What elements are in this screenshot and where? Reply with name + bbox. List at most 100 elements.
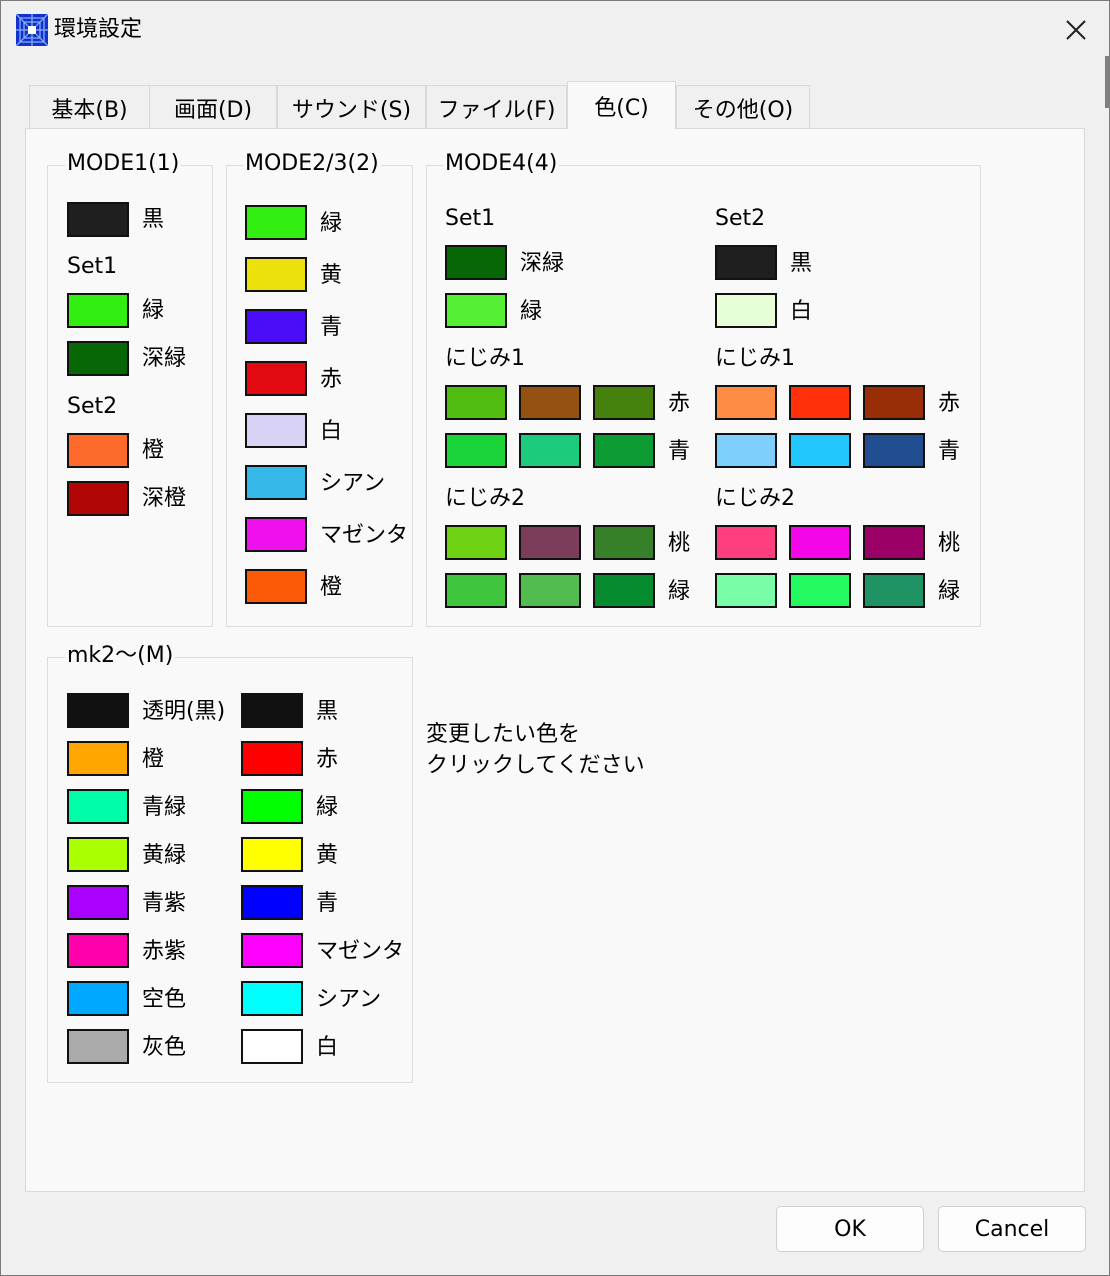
- color-swatch[interactable]: [245, 257, 307, 292]
- color-swatch[interactable]: [67, 293, 129, 328]
- color-label: 黒: [316, 699, 339, 724]
- tab-1[interactable]: 基本(B): [29, 85, 150, 129]
- color-label: 灰色: [142, 1035, 187, 1060]
- color-label: 橙: [142, 438, 165, 463]
- cancel-button[interactable]: Cancel: [938, 1206, 1086, 1252]
- row-label: 緑: [938, 579, 961, 604]
- color-swatch[interactable]: [67, 741, 129, 776]
- color-swatch[interactable]: [67, 481, 129, 516]
- color-swatch[interactable]: [789, 385, 851, 420]
- tab-2[interactable]: 画面(D): [149, 85, 277, 129]
- instruction-line-1: 変更したい色を: [426, 722, 581, 747]
- color-swatch[interactable]: [245, 569, 307, 604]
- color-swatch[interactable]: [241, 885, 303, 920]
- color-swatch[interactable]: [593, 385, 655, 420]
- color-swatch[interactable]: [241, 741, 303, 776]
- color-swatch[interactable]: [863, 385, 925, 420]
- color-swatch[interactable]: [241, 933, 303, 968]
- color-swatch[interactable]: [67, 885, 129, 920]
- row-label: 青: [938, 439, 961, 464]
- color-swatch[interactable]: [445, 293, 507, 328]
- color-swatch[interactable]: [241, 981, 303, 1016]
- color-label: シアン: [320, 471, 386, 496]
- color-swatch[interactable]: [593, 433, 655, 468]
- color-swatch[interactable]: [67, 1029, 129, 1064]
- color-swatch[interactable]: [245, 517, 307, 552]
- color-swatch[interactable]: [67, 202, 129, 237]
- color-swatch[interactable]: [789, 433, 851, 468]
- color-label: 黒: [790, 251, 813, 276]
- set1-label: Set1: [67, 254, 118, 279]
- color-swatch[interactable]: [715, 433, 777, 468]
- color-label: 青紫: [142, 891, 187, 916]
- color-swatch[interactable]: [519, 525, 581, 560]
- color-swatch[interactable]: [715, 573, 777, 608]
- nijimi1-label: にじみ1: [715, 346, 795, 371]
- color-swatch[interactable]: [715, 293, 777, 328]
- color-swatch[interactable]: [593, 525, 655, 560]
- ok-button[interactable]: OK: [776, 1206, 924, 1252]
- color-swatch[interactable]: [67, 837, 129, 872]
- color-label: 橙: [142, 747, 165, 772]
- color-swatch[interactable]: [445, 245, 507, 280]
- color-label: 青緑: [142, 795, 187, 820]
- color-swatch[interactable]: [67, 341, 129, 376]
- color-swatch[interactable]: [519, 385, 581, 420]
- color-swatch[interactable]: [789, 525, 851, 560]
- color-label: 白: [790, 299, 813, 324]
- color-label: 緑: [520, 299, 543, 324]
- color-label: 黄緑: [142, 843, 187, 868]
- color-swatch[interactable]: [445, 573, 507, 608]
- color-swatch[interactable]: [245, 465, 307, 500]
- color-swatch[interactable]: [863, 525, 925, 560]
- color-swatch[interactable]: [445, 525, 507, 560]
- color-swatch[interactable]: [715, 245, 777, 280]
- color-swatch[interactable]: [863, 433, 925, 468]
- close-button[interactable]: [1047, 3, 1105, 57]
- color-swatch[interactable]: [519, 573, 581, 608]
- color-swatch[interactable]: [241, 1029, 303, 1064]
- nijimi1-label: にじみ1: [445, 346, 525, 371]
- window-edge-stub: [1105, 56, 1110, 108]
- color-swatch[interactable]: [593, 573, 655, 608]
- color-label: 青: [320, 315, 343, 340]
- color-swatch[interactable]: [715, 385, 777, 420]
- color-swatch[interactable]: [67, 789, 129, 824]
- color-swatch[interactable]: [67, 433, 129, 468]
- title-bar[interactable]: 環境設定: [1, 1, 1109, 59]
- mode4-group-label: MODE4(4): [443, 151, 560, 177]
- color-swatch[interactable]: [445, 433, 507, 468]
- color-swatch[interactable]: [245, 413, 307, 448]
- color-swatch[interactable]: [245, 361, 307, 396]
- tab-4[interactable]: ファイル(F): [426, 85, 567, 129]
- color-swatch[interactable]: [241, 693, 303, 728]
- set2-label: Set2: [67, 394, 118, 419]
- color-label: 赤: [316, 747, 339, 772]
- color-label: 緑: [316, 795, 339, 820]
- color-swatch[interactable]: [241, 789, 303, 824]
- row-label: 桃: [938, 531, 961, 556]
- color-swatch[interactable]: [789, 573, 851, 608]
- color-swatch[interactable]: [445, 385, 507, 420]
- color-label: 透明(黒): [142, 699, 226, 724]
- color-swatch[interactable]: [67, 693, 129, 728]
- color-label: 白: [320, 419, 343, 444]
- color-swatch[interactable]: [67, 933, 129, 968]
- tab-label: その他(O): [692, 97, 794, 123]
- tab-3[interactable]: サウンド(S): [277, 85, 426, 129]
- color-swatch[interactable]: [241, 837, 303, 872]
- tab-label: 画面(D): [173, 97, 253, 123]
- tab-label: 基本(B): [51, 97, 128, 123]
- tab-5[interactable]: 色(C): [567, 81, 676, 129]
- color-swatch[interactable]: [245, 205, 307, 240]
- tab-6[interactable]: その他(O): [676, 85, 810, 129]
- color-swatch[interactable]: [519, 433, 581, 468]
- color-swatch[interactable]: [245, 309, 307, 344]
- color-swatch[interactable]: [863, 573, 925, 608]
- color-swatch[interactable]: [67, 981, 129, 1016]
- color-label: 白: [316, 1035, 339, 1060]
- nijimi2-label: にじみ2: [715, 486, 795, 511]
- color-swatch[interactable]: [715, 525, 777, 560]
- color-label: 黒: [142, 207, 165, 232]
- color-label: 橙: [320, 575, 343, 600]
